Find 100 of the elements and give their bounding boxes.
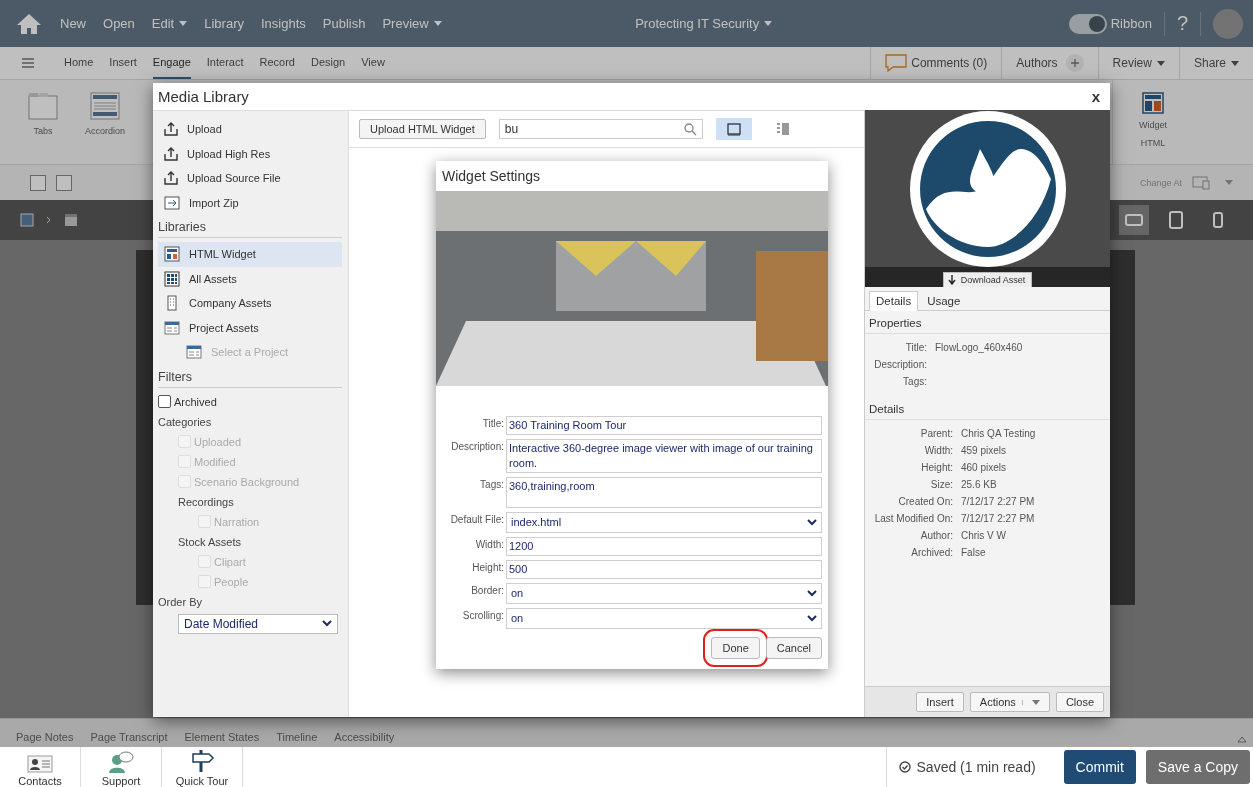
- tab[interactable]: Details: [869, 291, 919, 311]
- upload-icon[interactable]: [164, 122, 178, 137]
- menu-icon[interactable]: [22, 58, 34, 68]
- view-toggle[interactable]: [715, 118, 752, 140]
- upload-action[interactable]: Upload: [158, 117, 342, 142]
- upload-icon[interactable]: [164, 146, 178, 161]
- slide-icon[interactable]: [20, 213, 34, 227]
- menu-item[interactable]: Library: [204, 16, 244, 31]
- menu-item[interactable]: Insights: [261, 16, 306, 31]
- layout-icon[interactable]: [64, 213, 78, 227]
- cancel-button[interactable]: Cancel: [765, 637, 822, 659]
- tab[interactable]: Record: [259, 47, 295, 79]
- project-icon: [164, 319, 180, 336]
- tab[interactable]: Element States: [184, 731, 260, 743]
- share-menu[interactable]: Share: [1178, 47, 1253, 79]
- image-icon[interactable]: [56, 174, 72, 191]
- property-label: Size:: [929, 479, 953, 490]
- save-status: Saved (1 min read): [916, 759, 1036, 775]
- property-label: Width:: [923, 445, 953, 456]
- tab[interactable]: Page Notes: [16, 731, 74, 743]
- caret-icon: [433, 21, 442, 26]
- upload-action[interactable]: Upload High Res: [158, 141, 342, 166]
- select-field[interactable]: on: [506, 583, 822, 604]
- dialog-dismiss-x[interactable]: x: [1091, 88, 1100, 105]
- upload-icon[interactable]: [164, 171, 178, 186]
- support-person-icon[interactable]: [108, 751, 134, 773]
- ribbon-label: Accordion: [85, 126, 125, 136]
- select-field[interactable]: index.html: [506, 512, 822, 533]
- commit-button[interactable]: Commit: [1063, 750, 1136, 784]
- upload-button[interactable]: Upload HTML Widget: [359, 119, 486, 139]
- tab[interactable]: View: [361, 47, 385, 79]
- property-label: Tags:: [902, 376, 927, 387]
- property-label: Description:: [873, 359, 927, 370]
- tab[interactable]: Home: [64, 47, 94, 79]
- document-title[interactable]: Protecting IT Security: [635, 16, 773, 31]
- import-icon[interactable]: [164, 195, 180, 210]
- property-value: Chris V W: [961, 530, 1007, 541]
- checkbox[interactable]: [158, 395, 171, 408]
- text-area[interactable]: Interactive 360-degree image viewer with image of our training room.: [506, 439, 822, 473]
- device-icon[interactable]: [1192, 175, 1210, 190]
- menu-item[interactable]: Preview: [382, 16, 442, 31]
- text-area[interactable]: 360,training,room: [506, 477, 822, 508]
- signpost-icon[interactable]: [189, 749, 215, 773]
- input-field[interactable]: 500: [506, 560, 822, 579]
- field-label: Tags:: [479, 478, 504, 490]
- asset-source-item[interactable]: All Assets: [158, 266, 342, 291]
- collapse-icon[interactable]: [1237, 735, 1247, 743]
- review-menu[interactable]: Review: [1097, 47, 1179, 79]
- accordion-icon[interactable]: [90, 92, 120, 120]
- action-button[interactable]: Close: [1055, 692, 1104, 712]
- tab[interactable]: Design: [310, 47, 346, 79]
- chevron-icon: [322, 620, 332, 627]
- widget-icon[interactable]: [1142, 92, 1164, 114]
- format-icon[interactable]: [30, 174, 46, 191]
- asset-source-item[interactable]: HTML Widget: [158, 242, 342, 267]
- search-field[interactable]: bu: [498, 119, 703, 139]
- download-button[interactable]: Download Asset: [942, 272, 1033, 287]
- list-view-icon: [775, 122, 790, 136]
- tab[interactable]: Accessibility: [334, 731, 395, 743]
- dialog-title: Media Library: [158, 88, 249, 105]
- field-label: Width:: [474, 538, 504, 550]
- menu-item[interactable]: Edit: [151, 16, 188, 31]
- tabs-icon[interactable]: [28, 92, 58, 120]
- upload-action[interactable]: Upload Source File: [158, 166, 342, 191]
- save-copy-button[interactable]: Save a Copy: [1145, 750, 1250, 784]
- device-mode-button[interactable]: [1119, 205, 1149, 235]
- tab[interactable]: Usage: [920, 291, 968, 310]
- comment-icon[interactable]: [885, 54, 908, 72]
- chevron-icon: [807, 615, 817, 622]
- select-field[interactable]: on: [506, 608, 822, 629]
- toggle-switch[interactable]: [1068, 13, 1107, 34]
- asset-source-item[interactable]: Company Assets: [158, 291, 342, 316]
- tab[interactable]: Page Transcript: [90, 731, 168, 743]
- plus-icon[interactable]: [1070, 59, 1079, 67]
- menu-item[interactable]: Publish: [322, 16, 366, 31]
- tab[interactable]: Insert: [109, 47, 137, 79]
- comments-link[interactable]: Comments (0): [911, 56, 988, 70]
- group-heading: Recordings: [178, 495, 234, 508]
- order-select[interactable]: Date Modified: [178, 613, 338, 634]
- asset-source-item[interactable]: Project Assets: [158, 315, 342, 340]
- input-field[interactable]: 1200: [506, 537, 822, 556]
- action-button[interactable]: Insert: [916, 692, 964, 712]
- group-heading: Stock Assets: [178, 535, 241, 548]
- tab[interactable]: Timeline: [276, 731, 318, 743]
- menu-item[interactable]: Open: [103, 16, 135, 31]
- checkbox-label: Narration: [214, 515, 260, 528]
- tab[interactable]: Interact: [206, 47, 244, 79]
- actions-button[interactable]: Actions: [969, 692, 1050, 712]
- menu-item[interactable]: New: [60, 16, 86, 31]
- help-button[interactable]: ?: [1176, 12, 1188, 35]
- project-icon: [186, 344, 202, 361]
- checkbox-label: Uploaded: [194, 435, 242, 448]
- shortcut-label: Quick Tour: [175, 775, 229, 787]
- chevron-icon: [807, 590, 817, 597]
- property-value: False: [961, 547, 987, 558]
- caret-icon: [179, 21, 188, 26]
- contact-card-icon[interactable]: [27, 755, 53, 773]
- input-field[interactable]: 360 Training Room Tour: [506, 416, 822, 435]
- upload-action[interactable]: Import Zip: [158, 190, 342, 215]
- home-icon[interactable]: [16, 12, 42, 35]
